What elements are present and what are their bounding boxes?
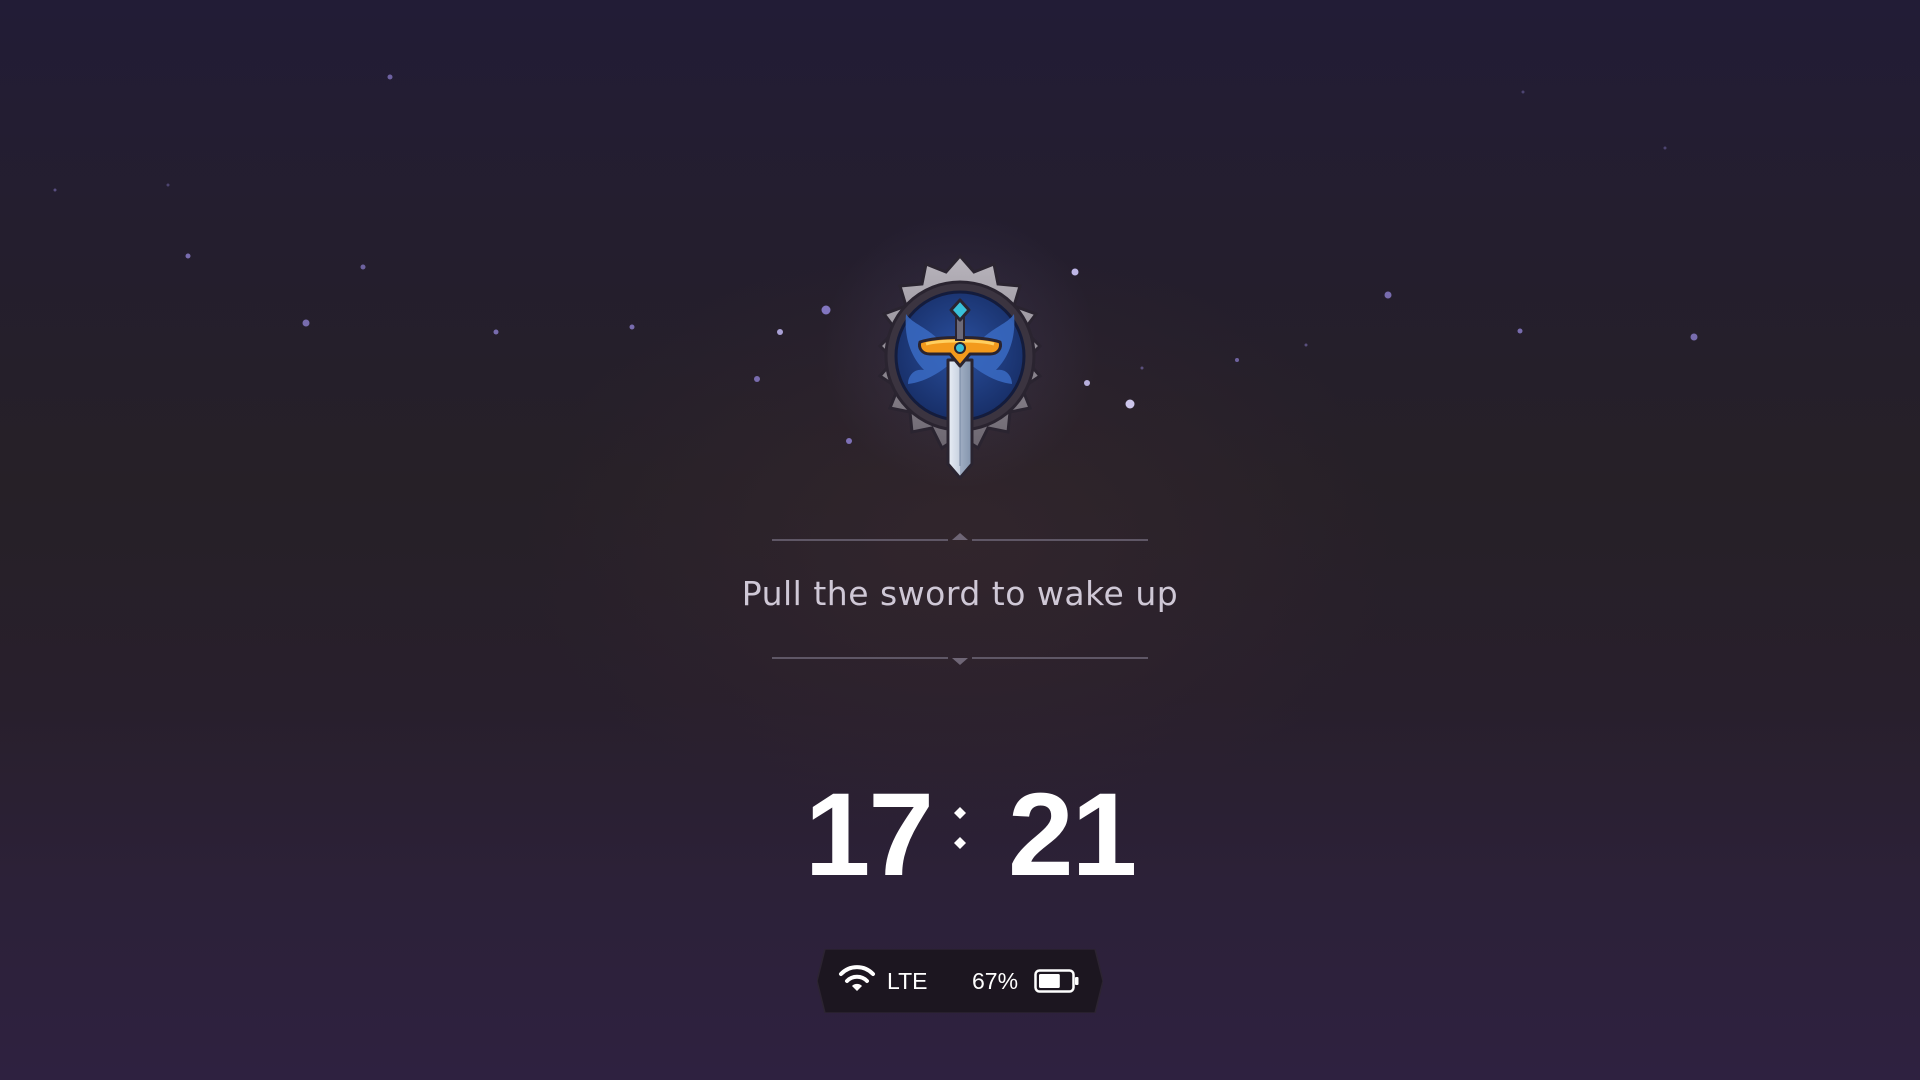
battery-fill bbox=[1039, 974, 1060, 988]
particle bbox=[166, 183, 170, 187]
particle bbox=[1125, 399, 1135, 409]
battery-icon bbox=[1034, 969, 1079, 993]
particle bbox=[302, 319, 310, 327]
particle bbox=[821, 305, 831, 315]
divider-top bbox=[772, 533, 1148, 541]
sword-emblem-icon[interactable] bbox=[840, 234, 1080, 494]
particle bbox=[387, 74, 393, 80]
battery-percent: 67% bbox=[972, 968, 1019, 994]
particle bbox=[754, 376, 760, 382]
particle bbox=[1384, 291, 1392, 299]
particle bbox=[1304, 343, 1308, 347]
particle bbox=[493, 329, 499, 335]
particle bbox=[629, 324, 635, 330]
lock-screen: Pull the sword to wake up 17 21 LTE 67% bbox=[0, 0, 1920, 1080]
particle bbox=[360, 264, 366, 270]
wifi-icon bbox=[839, 965, 875, 991]
clock-separator bbox=[954, 807, 966, 849]
network-label: LTE bbox=[887, 968, 928, 994]
particle bbox=[1517, 328, 1523, 334]
divider-bottom bbox=[772, 657, 1148, 665]
particle bbox=[1235, 358, 1239, 362]
particle bbox=[1521, 90, 1525, 94]
clock-hours: 17 bbox=[804, 769, 934, 901]
particle bbox=[1663, 146, 1667, 150]
particle bbox=[1690, 333, 1698, 341]
particle bbox=[53, 188, 57, 192]
particle bbox=[1084, 380, 1090, 386]
status-bar: LTE 67% bbox=[817, 949, 1103, 1013]
particle bbox=[777, 329, 783, 335]
particle bbox=[185, 253, 191, 259]
particle bbox=[1140, 366, 1144, 370]
clock-minutes: 21 bbox=[1008, 769, 1137, 901]
clock: 17 21 bbox=[760, 775, 1160, 895]
wake-prompt: Pull the sword to wake up bbox=[741, 574, 1179, 613]
